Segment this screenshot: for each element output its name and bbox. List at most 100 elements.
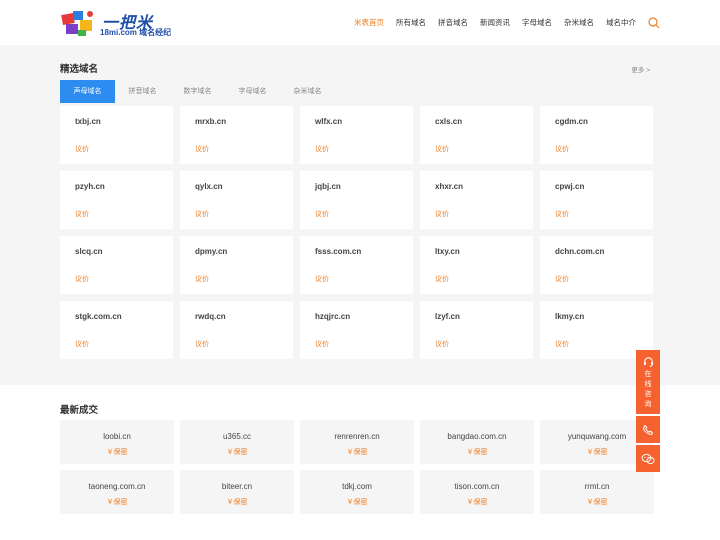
recent-title: 最新成交 xyxy=(60,405,99,416)
phone-button[interactable] xyxy=(636,416,660,443)
domain-price: 议价 xyxy=(435,276,449,283)
domain-card[interactable]: fsss.com.cn 议价 xyxy=(300,236,413,294)
domain-card[interactable]: slcq.cn 议价 xyxy=(60,236,173,294)
phone-icon xyxy=(642,424,654,435)
recent-deal-card[interactable]: u365.cc ￥保密 xyxy=(180,420,294,464)
recent-domain-grid: loobi.cn ￥保密 u365.cc ￥保密 renrenren.cn ￥保密 bang… xyxy=(60,420,660,514)
nav-pinyin-domains[interactable]: 拼音域名 xyxy=(438,17,468,28)
tab-number-domains[interactable]: 数字域名 xyxy=(170,80,225,103)
recent-domain-price: ￥保密 xyxy=(466,499,488,506)
nav-broker[interactable]: 域名中介 xyxy=(606,17,636,28)
tab-initial-domains[interactable]: 声母域名 xyxy=(60,80,115,103)
recent-deal-card[interactable]: tison.com.cn ￥保密 xyxy=(420,470,534,514)
domain-card[interactable]: hzqjrc.cn 议价 xyxy=(300,301,413,359)
recent-domain-price: ￥保密 xyxy=(346,499,368,506)
recent-domain-name: renrenren.cn xyxy=(334,432,380,441)
float-contact-bar: 在线咨询 xyxy=(636,350,660,472)
domain-price: 议价 xyxy=(315,211,329,218)
domain-name: stgk.com.cn xyxy=(75,312,122,321)
online-consult-button[interactable]: 在线咨询 xyxy=(636,350,660,414)
domain-card[interactable]: lzyf.cn 议价 xyxy=(420,301,533,359)
domain-name: wlfx.cn xyxy=(315,117,343,126)
domain-card[interactable]: cpwj.cn 议价 xyxy=(540,171,653,229)
domain-card[interactable]: rwdq.cn 议价 xyxy=(180,301,293,359)
online-consult-label: 在线咨询 xyxy=(644,371,652,408)
recent-domain-name: biteer.cn xyxy=(221,482,253,491)
domain-card[interactable]: pzyh.cn 议价 xyxy=(60,171,173,229)
domain-price: 议价 xyxy=(195,276,209,283)
site-logo[interactable]: 一把米 18mi.com 域名经纪 xyxy=(60,8,171,38)
domain-price: 议价 xyxy=(555,211,569,218)
domain-card[interactable]: jqbj.cn 议价 xyxy=(300,171,413,229)
domain-name: lkmy.cn xyxy=(555,312,585,321)
site-header: 一把米 18mi.com 域名经纪 米表首页 所有域名 拼音域名 新闻资讯 字母… xyxy=(0,0,720,45)
recent-domain-name: tison.com.cn xyxy=(454,482,500,491)
domain-price: 议价 xyxy=(195,341,209,348)
domain-card[interactable]: ltxy.cn 议价 xyxy=(420,236,533,294)
domain-name: fsss.com.cn xyxy=(315,247,362,256)
recent-domain-price: ￥保密 xyxy=(586,499,608,506)
domain-name: hzqjrc.cn xyxy=(315,312,351,321)
more-link[interactable]: 更多 > xyxy=(631,64,650,74)
recent-deal-card[interactable]: loobi.cn ￥保密 xyxy=(60,420,174,464)
wechat-button[interactable] xyxy=(636,445,660,472)
domain-card[interactable]: cgdm.cn 议价 xyxy=(540,106,653,164)
domain-price: 议价 xyxy=(75,146,89,153)
domain-price: 议价 xyxy=(315,276,329,283)
domain-name: qylx.cn xyxy=(195,182,223,191)
tab-letter-domains[interactable]: 字母域名 xyxy=(225,80,280,103)
recent-domain-price: ￥保密 xyxy=(346,449,368,456)
domain-card[interactable]: qylx.cn 议价 xyxy=(180,171,293,229)
domain-card[interactable]: dpmy.cn 议价 xyxy=(180,236,293,294)
domain-name: cgdm.cn xyxy=(555,117,588,126)
logo-boxes-icon xyxy=(61,11,93,36)
nav-all-domains[interactable]: 所有域名 xyxy=(396,17,426,28)
domain-name: txbj.cn xyxy=(75,117,101,126)
wechat-icon xyxy=(641,453,655,464)
search-icon[interactable] xyxy=(648,16,660,29)
nav-letter-domains[interactable]: 字母域名 xyxy=(522,17,552,28)
recent-deal-card[interactable]: rrmt.cn ￥保密 xyxy=(540,470,654,514)
domain-name: cpwj.cn xyxy=(555,182,585,191)
domain-name: dchn.com.cn xyxy=(555,247,605,256)
recent-deal-card[interactable]: biteer.cn ￥保密 xyxy=(180,470,294,514)
recent-domain-name: loobi.cn xyxy=(103,432,131,441)
recent-deal-card[interactable]: renrenren.cn ￥保密 xyxy=(300,420,414,464)
nav-news[interactable]: 新闻资讯 xyxy=(480,17,510,28)
nav-misc-domains[interactable]: 杂米域名 xyxy=(564,17,594,28)
domain-card[interactable]: txbj.cn 议价 xyxy=(60,106,173,164)
recent-deal-card[interactable]: taoneng.com.cn ￥保密 xyxy=(60,470,174,514)
tab-pinyin-domains[interactable]: 拼音域名 xyxy=(115,80,170,103)
domain-price: 议价 xyxy=(75,341,89,348)
domain-price: 议价 xyxy=(195,146,209,153)
recent-domain-price: ￥保密 xyxy=(106,449,128,456)
domain-card[interactable]: stgk.com.cn 议价 xyxy=(60,301,173,359)
tab-misc-domains[interactable]: 杂米域名 xyxy=(280,80,335,103)
domain-name: slcq.cn xyxy=(75,247,103,256)
domain-card[interactable]: wlfx.cn 议价 xyxy=(300,106,413,164)
recent-deal-card[interactable]: tdkj.com ￥保密 xyxy=(300,470,414,514)
domain-price: 议价 xyxy=(195,211,209,218)
domain-name: xhxr.cn xyxy=(435,182,464,191)
domain-card[interactable]: cxls.cn 议价 xyxy=(420,106,533,164)
domain-card[interactable]: xhxr.cn 议价 xyxy=(420,171,533,229)
domain-card[interactable]: dchn.com.cn 议价 xyxy=(540,236,653,294)
logo-subtitle: 18mi.com 域名经纪 xyxy=(100,28,172,37)
main-nav: 米表首页 所有域名 拼音域名 新闻资讯 字母域名 杂米域名 域名中介 xyxy=(342,0,660,45)
domain-price: 议价 xyxy=(75,276,89,283)
domain-name: pzyh.cn xyxy=(75,182,105,191)
recent-domain-name: bangdao.com.cn xyxy=(447,432,507,441)
domain-name: ltxy.cn xyxy=(435,247,460,256)
featured-domain-grid: txbj.cn 议价 mrxb.cn 议价 wlfx.cn 议价 cxls.cn 议价 cgdm… xyxy=(60,106,660,359)
recent-domain-name: tdkj.com xyxy=(342,482,372,491)
domain-price: 议价 xyxy=(315,146,329,153)
domain-name: mrxb.cn xyxy=(195,117,227,126)
recent-domain-price: ￥保密 xyxy=(466,449,488,456)
nav-home[interactable]: 米表首页 xyxy=(354,17,384,28)
recent-deal-card[interactable]: bangdao.com.cn ￥保密 xyxy=(420,420,534,464)
domain-name: dpmy.cn xyxy=(195,247,228,256)
domain-price: 议价 xyxy=(555,341,569,348)
domain-price: 议价 xyxy=(435,341,449,348)
domain-card[interactable]: mrxb.cn 议价 xyxy=(180,106,293,164)
domain-tabs: 声母域名 拼音域名 数字域名 字母域名 杂米域名 xyxy=(60,80,335,103)
